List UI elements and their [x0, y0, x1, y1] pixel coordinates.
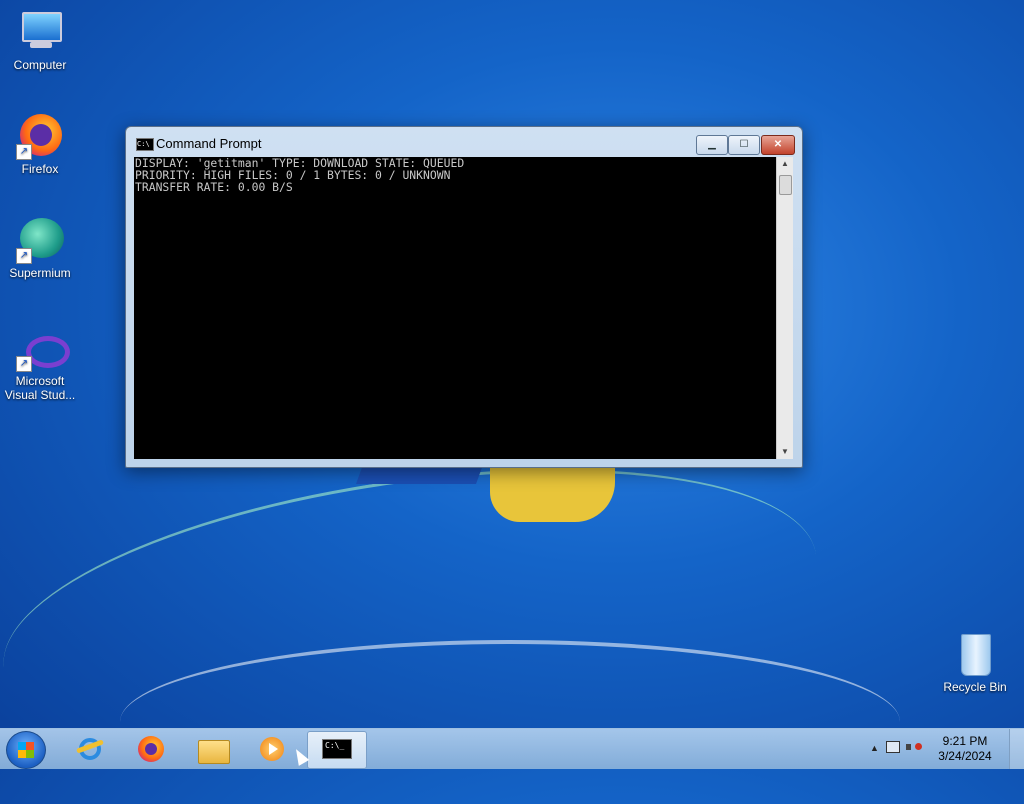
network-icon[interactable]: [886, 741, 900, 753]
desktop-icon-firefox[interactable]: ↗ Firefox: [0, 112, 80, 176]
wallpaper-streak: [120, 640, 900, 804]
desktop-icon-label: Firefox: [21, 162, 59, 176]
start-button[interactable]: [6, 731, 46, 769]
desktop-icon-supermium[interactable]: ↗ Supermium: [0, 216, 80, 280]
console-output[interactable]: DISPLAY: 'getitman' TYPE: DOWNLOAD STATE…: [134, 157, 776, 459]
visual-studio-icon: ↗: [16, 332, 70, 372]
shortcut-arrow-icon: ↗: [16, 144, 32, 160]
desktop-icon-label: Supermium: [9, 266, 71, 280]
show-hidden-icons-button[interactable]: ▲: [870, 743, 879, 753]
maximize-button[interactable]: ☐: [728, 135, 760, 155]
scroll-thumb[interactable]: [779, 175, 792, 195]
computer-icon: [16, 8, 64, 56]
command-prompt-window[interactable]: C:\ Command Prompt ▁ ☐ ✕ DISPLAY: 'getit…: [125, 126, 803, 468]
clock[interactable]: 9:21 PM 3/24/2024: [930, 734, 1000, 764]
media-player-icon: [258, 736, 286, 762]
taskbar-file-explorer[interactable]: [184, 731, 240, 767]
windows-logo-icon: [18, 742, 34, 758]
minimize-button[interactable]: ▁: [696, 135, 728, 155]
desktop-icon-computer[interactable]: Computer: [0, 8, 80, 72]
shortcut-arrow-icon: ↗: [16, 248, 32, 264]
close-button[interactable]: ✕: [761, 135, 795, 155]
wallpaper-logo-yellow: [490, 462, 615, 522]
recycle-bin-icon: [951, 630, 999, 678]
clock-date: 3/24/2024: [938, 749, 992, 763]
supermium-icon: ↗: [16, 216, 64, 264]
desktop-icon-visual-studio[interactable]: ↗ Microsoft Visual Stud...: [0, 332, 80, 402]
scroll-down-icon[interactable]: ▼: [777, 445, 793, 459]
scroll-up-icon[interactable]: ▲: [777, 157, 793, 171]
window-title: Command Prompt: [156, 136, 262, 151]
desktop-icon-label: Microsoft Visual Stud...: [4, 374, 76, 402]
desktop-icon-recycle-bin[interactable]: Recycle Bin: [935, 630, 1015, 694]
firefox-icon: ↗: [16, 112, 64, 160]
console-line: TRANSFER RATE: 0.00 B/S: [135, 180, 293, 194]
taskbar-command-prompt[interactable]: C:\_: [307, 731, 367, 769]
command-prompt-icon: C:\_: [322, 739, 352, 759]
taskbar: C:\_ ▲ 9:21 PM 3/24/2024: [0, 728, 1024, 769]
shortcut-arrow-icon: ↗: [16, 356, 32, 372]
system-tray: ▲ 9:21 PM 3/24/2024: [854, 729, 1024, 769]
window-titlebar[interactable]: C:\ Command Prompt ▁ ☐ ✕: [126, 127, 802, 157]
desktop-icon-label: Recycle Bin: [943, 680, 1007, 694]
volume-muted-icon[interactable]: [906, 741, 922, 753]
command-prompt-icon: C:\: [136, 138, 154, 151]
clock-time: 9:21 PM: [942, 734, 988, 748]
taskbar-internet-explorer[interactable]: [62, 731, 118, 767]
file-explorer-icon: [198, 736, 230, 764]
internet-explorer-icon: [75, 736, 105, 762]
desktop-icon-label: Computer: [13, 58, 67, 72]
taskbar-firefox[interactable]: [122, 731, 178, 767]
taskbar-media-player[interactable]: [244, 731, 300, 767]
firefox-icon: [136, 736, 164, 762]
vertical-scrollbar[interactable]: ▲ ▼: [776, 157, 793, 459]
show-desktop-button[interactable]: [1009, 729, 1024, 769]
